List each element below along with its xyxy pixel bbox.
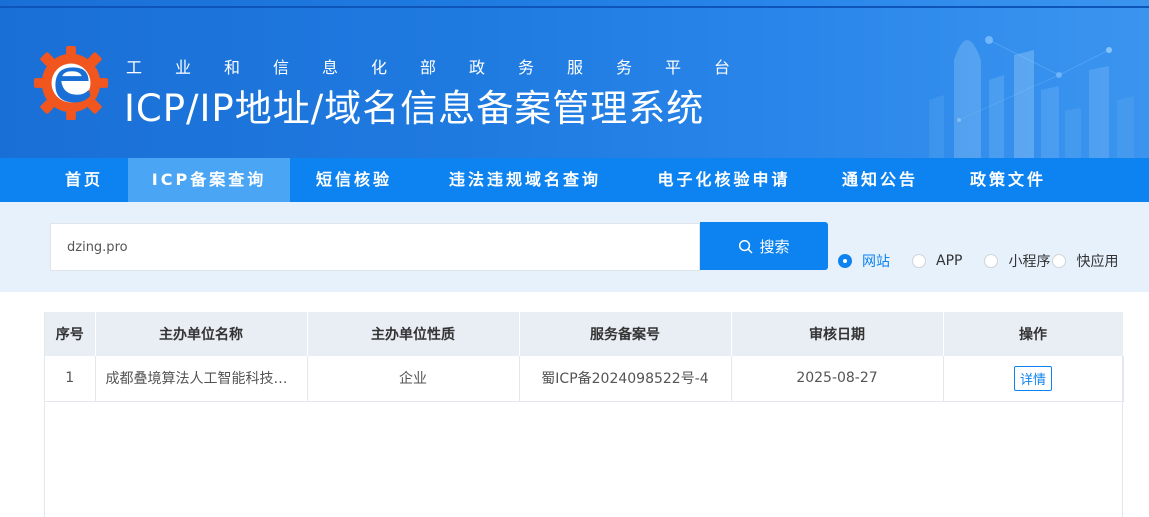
radio-dot bbox=[1052, 254, 1067, 268]
nav-item-policies[interactable]: 政策文件 bbox=[944, 158, 1072, 202]
search-button[interactable]: 搜索 bbox=[700, 222, 828, 270]
system-title: ICP/IP地址/域名信息备案管理系统 bbox=[124, 87, 705, 130]
col-header-record-no: 服务备案号 bbox=[519, 312, 732, 356]
cell-index: 1 bbox=[45, 356, 96, 402]
results-table-container: 序号 主办单位名称 主办单位性质 服务备案号 审核日期 操作 1 成都叠境算法人… bbox=[44, 312, 1124, 517]
col-header-index: 序号 bbox=[45, 312, 96, 356]
radio-mini-program[interactable]: 小程序 bbox=[984, 251, 1050, 271]
cell-org-name: 成都叠境算法人工智能科技… bbox=[95, 356, 308, 402]
search-type-radio-group: 网站 APP 小程序 快应用 bbox=[838, 251, 1118, 271]
results-table: 序号 主办单位名称 主办单位性质 服务备案号 审核日期 操作 1 成都叠境算法人… bbox=[45, 312, 1124, 402]
cell-org-nature: 企业 bbox=[307, 356, 520, 402]
search-icon bbox=[739, 239, 753, 253]
radio-label: 快应用 bbox=[1076, 254, 1119, 270]
gear-e-logo-icon bbox=[33, 45, 109, 121]
search-button-label: 搜索 bbox=[759, 238, 790, 256]
radio-label: APP bbox=[936, 253, 963, 269]
nav-item-sms-verify[interactable]: 短信核验 bbox=[290, 158, 418, 202]
radio-dot bbox=[912, 254, 926, 268]
table-row: 1 成都叠境算法人工智能科技… 企业 蜀ICP备2024098522号-4 20… bbox=[45, 356, 1124, 402]
city-skyline-decoration bbox=[929, 36, 1134, 158]
nav-item-notices[interactable]: 通知公告 bbox=[816, 158, 944, 202]
nav-item-illegal-domain[interactable]: 违法违规域名查询 bbox=[418, 158, 632, 202]
col-header-org-name: 主办单位名称 bbox=[95, 312, 308, 356]
col-header-action: 操作 bbox=[943, 312, 1124, 356]
main-nav: 首页 ICP备案查询 短信核验 违法违规域名查询 电子化核验申请 通知公告 政策… bbox=[0, 158, 1149, 202]
detail-button[interactable]: 详情 bbox=[1013, 365, 1052, 391]
cell-review-date: 2025-08-27 bbox=[731, 356, 944, 402]
col-header-review-date: 审核日期 bbox=[731, 312, 944, 356]
cell-record-no: 蜀ICP备2024098522号-4 bbox=[519, 356, 732, 402]
header-banner: 工业和信息化部政务服务平台 ICP/IP地址/域名信息备案管理系统 bbox=[0, 0, 1149, 158]
radio-label: 网站 bbox=[862, 254, 890, 270]
radio-quick-app[interactable]: 快应用 bbox=[1052, 251, 1118, 271]
page: 工业和信息化部政务服务平台 ICP/IP地址/域名信息备案管理系统 首页 ICP… bbox=[0, 0, 1149, 517]
col-header-org-nature: 主办单位性质 bbox=[307, 312, 520, 356]
org-name: 工业和信息化部政务服务平台 bbox=[126, 58, 764, 77]
nav-item-e-verify[interactable]: 电子化核验申请 bbox=[632, 158, 816, 202]
nav-item-home[interactable]: 首页 bbox=[40, 158, 128, 202]
radio-label: 小程序 bbox=[1008, 254, 1051, 270]
nav-item-icp-query[interactable]: ICP备案查询 bbox=[128, 158, 290, 202]
radio-website[interactable]: 网站 bbox=[838, 251, 890, 271]
radio-dot bbox=[838, 254, 852, 268]
table-header-row: 序号 主办单位名称 主办单位性质 服务备案号 审核日期 操作 bbox=[45, 312, 1124, 356]
cell-action: 详情 bbox=[943, 356, 1124, 402]
radio-app[interactable]: APP bbox=[912, 253, 962, 269]
search-area: 搜索 网站 APP 小程序 快应用 bbox=[0, 202, 1149, 292]
radio-dot bbox=[984, 254, 999, 268]
search-input[interactable] bbox=[50, 223, 700, 271]
